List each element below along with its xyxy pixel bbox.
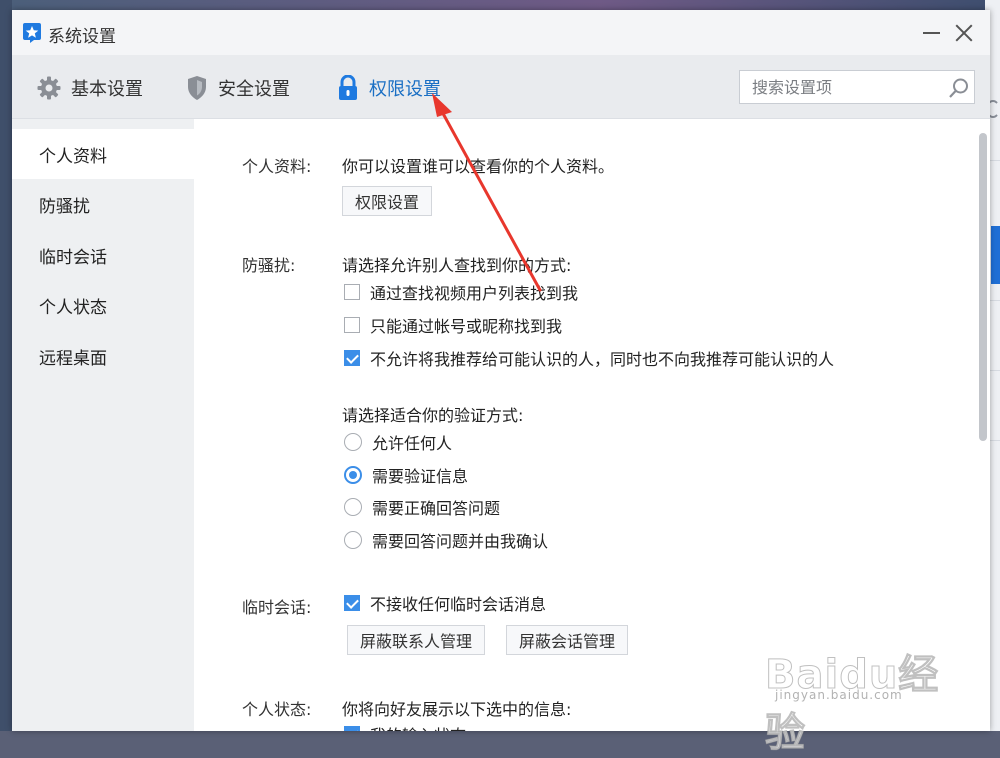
checkbox[interactable] <box>344 317 360 333</box>
find-option-account-nickname[interactable]: 只能通过帐号或昵称找到我 <box>344 314 562 336</box>
checkbox-label: 我的输入状态 <box>370 722 466 731</box>
find-option-no-recommend[interactable]: 不允许将我推荐给可能认识的人，同时也不向我推荐可能认识的人 <box>344 347 834 369</box>
settings-sidebar: 个人资料 防骚扰 临时会话 个人状态 远程桌面 <box>12 119 194 731</box>
sidebar-item-temp-chat[interactable]: 临时会话 <box>12 230 194 280</box>
section-label-profile: 个人资料: <box>242 157 312 176</box>
gear-icon <box>37 76 61 100</box>
checkbox-label: 不接收任何临时会话消息 <box>370 595 547 614</box>
verify-method-prompt: 请选择适合你的验证方式: <box>342 406 524 425</box>
tab-permission-settings[interactable]: 权限设置 <box>337 73 441 103</box>
checkbox-label: 不允许将我推荐给可能认识的人，同时也不向我推荐可能认识的人 <box>370 350 835 369</box>
blocked-chats-button[interactable]: 屏蔽会话管理 <box>506 625 629 655</box>
desktop-background-left <box>0 0 12 731</box>
settings-tab-bar: 基本设置 安全设置 权限设置 <box>12 55 990 119</box>
radio-label: 需要验证信息 <box>372 467 469 486</box>
checkbox-checked[interactable] <box>344 726 360 731</box>
radio-button[interactable] <box>344 433 362 451</box>
background-accent-bar <box>991 226 1000 284</box>
status-prompt: 你将向好友展示以下选中的信息: <box>342 700 572 719</box>
checkbox[interactable] <box>344 284 360 300</box>
sidebar-item-remote-desktop[interactable]: 远程桌面 <box>12 331 194 381</box>
sidebar-item-anti-harass[interactable]: 防骚扰 <box>12 179 194 229</box>
section-label-status: 个人状态: <box>242 700 312 719</box>
title-bar: 系统设置 <box>12 10 990 55</box>
verify-option-answer-and-confirm[interactable]: 需要回答问题并由我确认 <box>344 529 548 551</box>
window-title: 系统设置 <box>48 27 116 47</box>
radio-button[interactable] <box>344 531 362 549</box>
find-method-prompt: 请选择允许别人查找到你的方式: <box>342 256 572 275</box>
section-label-anti-harass: 防骚扰: <box>242 256 296 275</box>
verify-option-correct-answer[interactable]: 需要正确回答问题 <box>344 496 500 518</box>
permission-settings-button[interactable]: 权限设置 <box>342 186 433 216</box>
checkbox-label: 只能通过帐号或昵称找到我 <box>370 317 563 336</box>
tab-label: 安全设置 <box>218 79 290 100</box>
radio-button[interactable] <box>344 498 362 516</box>
tab-security-settings[interactable]: 安全设置 <box>186 73 290 103</box>
blocked-contacts-button[interactable]: 屏蔽联系人管理 <box>347 625 486 655</box>
shield-icon <box>188 76 206 100</box>
verify-option-verification-info[interactable]: 需要验证信息 <box>344 464 468 486</box>
tab-label: 基本设置 <box>71 79 143 100</box>
close-button[interactable] <box>952 21 976 45</box>
scrollbar-thumb[interactable] <box>979 133 987 441</box>
sidebar-item-status[interactable]: 个人状态 <box>12 280 194 330</box>
content-scrollbar[interactable] <box>975 119 990 731</box>
app-logo-icon <box>23 23 41 43</box>
checkbox-label: 通过查找视频用户列表找到我 <box>370 284 579 303</box>
radio-label: 需要正确回答问题 <box>372 499 501 518</box>
search-input[interactable] <box>740 71 964 103</box>
checkbox-checked[interactable] <box>344 350 360 366</box>
minimize-button[interactable] <box>920 22 942 44</box>
profile-description: 你可以设置谁可以查看你的个人资料。 <box>342 157 615 176</box>
settings-content: 个人资料: 你可以设置谁可以查看你的个人资料。 权限设置 防骚扰: 请选择允许别… <box>194 119 990 731</box>
settings-window: 系统设置 基本设置 安全设置 权限设置 搜索设置项 个人资料 防骚扰 临时会话 … <box>12 10 990 731</box>
find-option-video-list[interactable]: 通过查找视频用户列表找到我 <box>344 281 578 303</box>
tab-label: 权限设置 <box>369 79 441 100</box>
checkbox-checked[interactable] <box>344 595 360 611</box>
search-icon[interactable] <box>948 77 970 99</box>
section-label-temp-chat: 临时会话: <box>242 598 312 617</box>
radio-button-selected[interactable] <box>344 466 362 484</box>
verify-option-anyone[interactable]: 允许任何人 <box>344 431 452 453</box>
status-option-typing[interactable]: 我的输入状态 <box>344 723 466 731</box>
radio-label: 允许任何人 <box>372 434 453 453</box>
temp-chat-reject-option[interactable]: 不接收任何临时会话消息 <box>344 592 546 614</box>
tab-basic-settings[interactable]: 基本设置 <box>37 73 143 103</box>
settings-search-box <box>739 70 975 104</box>
radio-label: 需要回答问题并由我确认 <box>372 532 549 551</box>
sidebar-item-profile[interactable]: 个人资料 <box>12 129 194 179</box>
lock-icon <box>339 75 357 100</box>
